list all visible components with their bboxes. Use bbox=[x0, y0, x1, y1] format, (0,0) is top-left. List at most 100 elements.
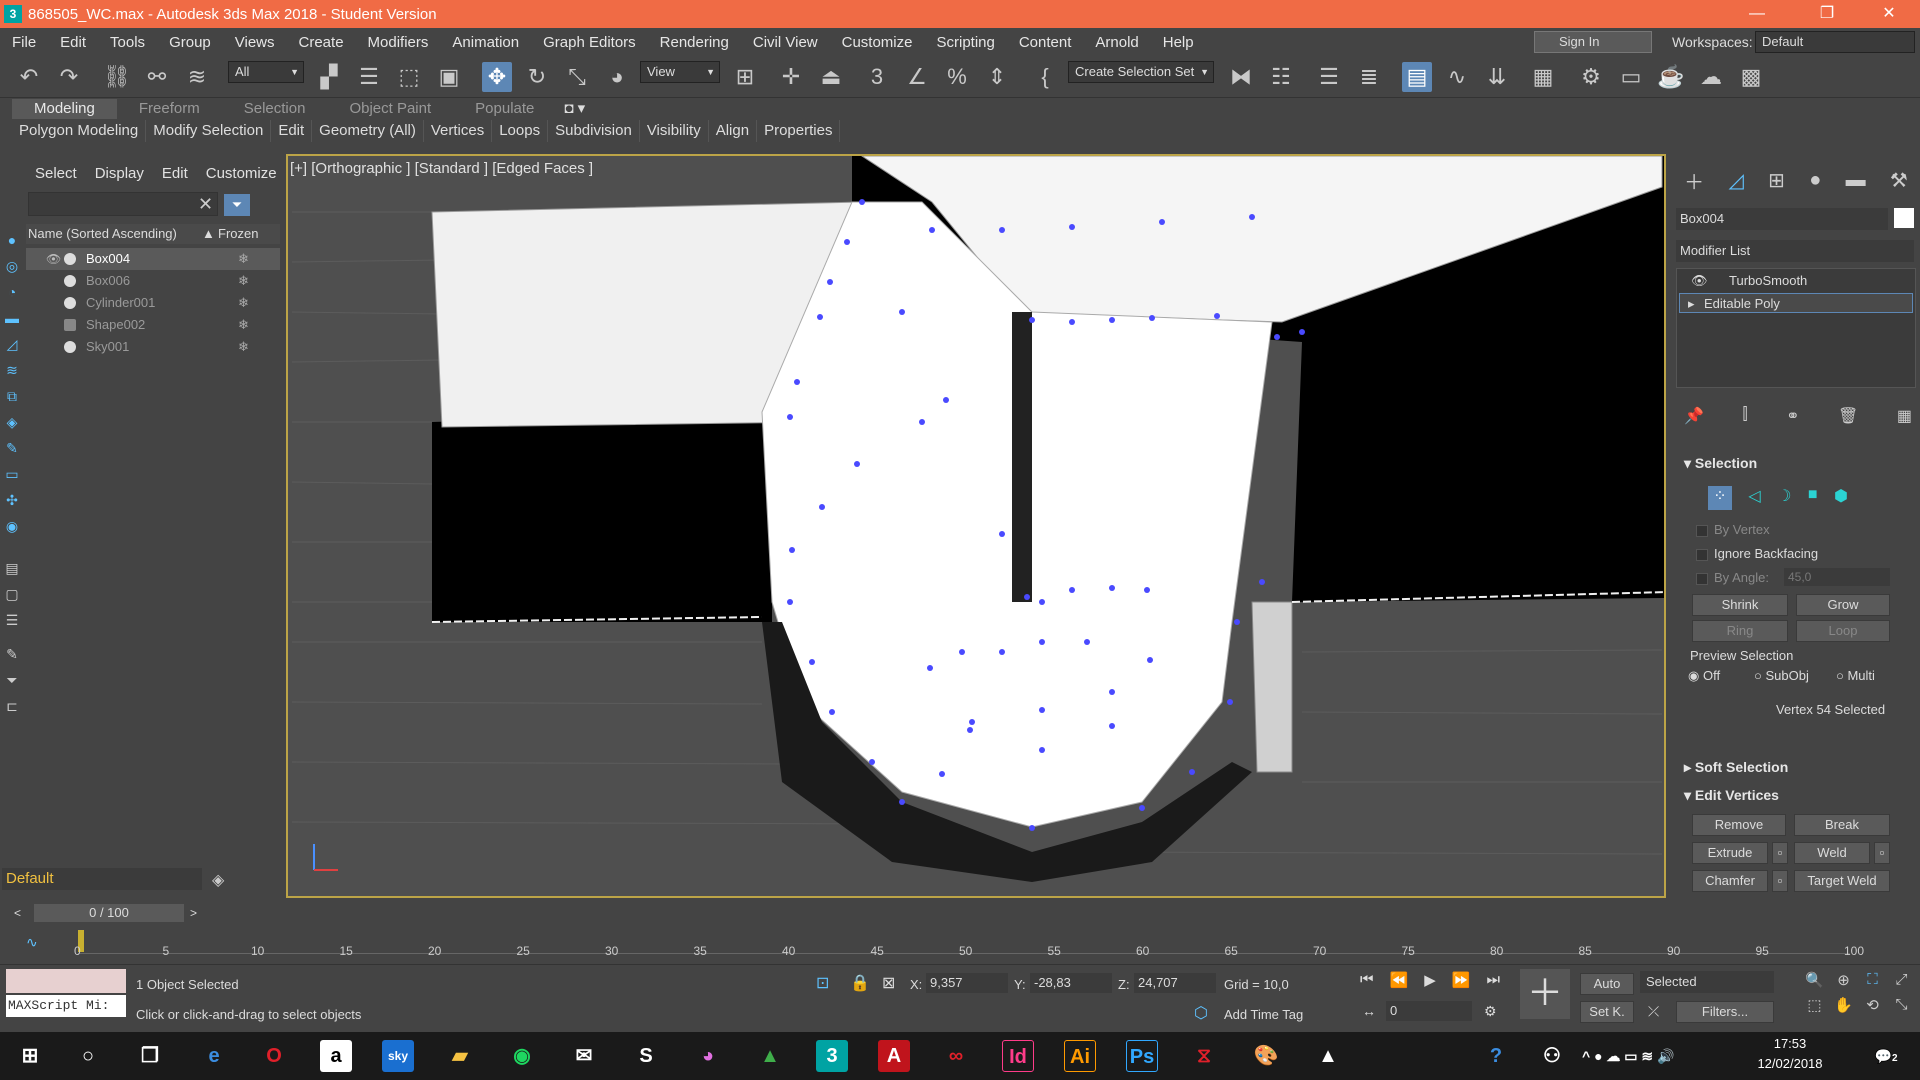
select-rotate-icon[interactable]: ↻ bbox=[522, 62, 552, 92]
time-tag-icon[interactable]: ⬡ bbox=[1194, 1003, 1208, 1023]
weld-button[interactable]: Weld bbox=[1794, 842, 1870, 864]
motion-tab-icon[interactable]: ● bbox=[1809, 169, 1821, 192]
edge-browser-icon[interactable]: e bbox=[198, 1040, 230, 1072]
rollout-edit-vertices[interactable]: ▾ Edit Vertices bbox=[1684, 784, 1916, 806]
display-particles-icon[interactable]: ✣ bbox=[3, 491, 21, 509]
menu-edit[interactable]: Edit bbox=[48, 34, 98, 51]
display-bones-icon[interactable]: ▭ bbox=[3, 465, 21, 483]
filter-funnel-icon[interactable]: ⏷ bbox=[3, 671, 21, 689]
minimize-button[interactable]: — bbox=[1734, 0, 1780, 28]
material-editor-icon[interactable]: ▦ bbox=[1528, 62, 1558, 92]
menu-modifiers[interactable]: Modifiers bbox=[356, 34, 441, 51]
illustrator-icon[interactable]: Ai bbox=[1064, 1040, 1096, 1072]
modify-tab-icon[interactable]: ◿ bbox=[1728, 168, 1743, 193]
loop-button[interactable]: Loop bbox=[1796, 620, 1890, 642]
menu-arnold[interactable]: Arnold bbox=[1083, 34, 1150, 51]
scene-row-box004[interactable]: 👁 Box004 ❄ bbox=[26, 248, 280, 270]
tab-selection[interactable]: Selection bbox=[222, 99, 328, 119]
acrobat-icon[interactable]: ⧖ bbox=[1188, 1040, 1220, 1072]
action-center-icon[interactable]: 💬2 bbox=[1870, 1040, 1902, 1072]
zoom-all-icon[interactable]: ⊕ bbox=[1829, 971, 1858, 996]
menu-views[interactable]: Views bbox=[223, 34, 287, 51]
ribbon-align[interactable]: Align bbox=[709, 120, 758, 142]
y-coordinate-field[interactable]: -28,83 bbox=[1030, 973, 1112, 993]
toggle-scene-explorer-icon[interactable]: ☰ bbox=[1314, 62, 1344, 92]
create-tab-icon[interactable]: ＋ bbox=[1684, 166, 1704, 195]
preview-off-radio[interactable]: ◉ Off bbox=[1688, 668, 1720, 684]
display-xrefs-icon[interactable]: ✎ bbox=[3, 439, 21, 457]
autocad-icon[interactable]: A bbox=[878, 1040, 910, 1072]
menu-civil-view[interactable]: Civil View bbox=[741, 34, 830, 51]
window-crossing-icon[interactable]: ▣ bbox=[434, 62, 464, 92]
ribbon-vertices[interactable]: Vertices bbox=[424, 120, 493, 142]
extrude-button[interactable]: Extrude bbox=[1692, 842, 1768, 864]
time-slider[interactable]: 0 / 100 bbox=[34, 904, 184, 922]
rollout-selection[interactable]: ▾ Selection bbox=[1684, 452, 1916, 474]
system-tray-icons[interactable]: ^ ● ☁ ▭ ≋ 🔊 bbox=[1582, 1040, 1752, 1072]
render-production-icon[interactable]: ☕ bbox=[1656, 62, 1686, 92]
play-icon[interactable]: ▶ bbox=[1424, 971, 1436, 993]
freeze-icon[interactable]: ❄ bbox=[238, 248, 249, 270]
pan-icon[interactable]: ✋ bbox=[1829, 996, 1858, 1021]
amazon-icon[interactable]: a bbox=[320, 1040, 352, 1072]
border-level-icon[interactable]: ☽ bbox=[1777, 486, 1791, 510]
select-scale-icon[interactable]: ⤡ bbox=[562, 62, 592, 92]
viewport-orthographic[interactable] bbox=[286, 154, 1666, 898]
modifier-eye-icon[interactable]: 👁 bbox=[1691, 271, 1708, 291]
polygon-level-icon[interactable]: ■ bbox=[1808, 486, 1818, 510]
menu-customize[interactable]: Customize bbox=[830, 34, 925, 51]
display-shapes-icon[interactable]: ◔ bbox=[3, 283, 21, 301]
modifier-editable-poly[interactable]: ▸ Editable Poly bbox=[1679, 293, 1913, 313]
add-time-tag-button[interactable]: Add Time Tag bbox=[1224, 1007, 1303, 1022]
show-end-result-icon[interactable]: ⫿ bbox=[1742, 406, 1747, 428]
scene-row-sky001[interactable]: Sky001 ❄ bbox=[26, 336, 280, 358]
display-spacewarps-icon[interactable]: ⧉ bbox=[3, 387, 21, 405]
display-all-icon[interactable]: ● bbox=[3, 231, 21, 249]
goto-start-icon[interactable]: ⏮ bbox=[1360, 971, 1374, 993]
maxscript-listener-top[interactable] bbox=[6, 969, 126, 993]
hierarchy-tab-icon[interactable]: ⊞ bbox=[1768, 168, 1785, 193]
menu-file[interactable]: File bbox=[0, 34, 48, 51]
vertex-level-icon[interactable]: ⁘ bbox=[1708, 486, 1732, 510]
menu-group[interactable]: Group bbox=[157, 34, 223, 51]
task-view-icon[interactable]: ❐ bbox=[134, 1040, 166, 1072]
google-drive-icon[interactable]: ▲ bbox=[754, 1040, 786, 1072]
next-frame-arrow-icon[interactable]: > bbox=[190, 904, 206, 922]
maxscript-mini-listener[interactable]: MAXScript Mi: bbox=[6, 995, 126, 1017]
clock-date[interactable]: 12/02/2018 bbox=[1754, 1056, 1826, 1071]
menu-scripting[interactable]: Scripting bbox=[924, 34, 1006, 51]
create-selection-set-dropdown[interactable]: Create Selection Set bbox=[1068, 61, 1214, 83]
scene-row-shape002[interactable]: Shape002 ❄ bbox=[26, 314, 280, 336]
curve-editor-icon[interactable]: ∿ bbox=[1442, 62, 1472, 92]
freeze-icon[interactable]: ❄ bbox=[238, 314, 249, 336]
extrude-settings-icon[interactable]: ▫ bbox=[1772, 842, 1788, 864]
ribbon-modify-selection[interactable]: Modify Selection bbox=[146, 120, 272, 142]
paint-icon[interactable]: 🎨 bbox=[1250, 1040, 1282, 1072]
clock-time[interactable]: 17:53 bbox=[1760, 1036, 1820, 1051]
layer-stack-icon[interactable]: ◈ bbox=[212, 870, 224, 890]
select-move-icon[interactable]: ✥ bbox=[482, 62, 512, 92]
ribbon-geometry-all[interactable]: Geometry (All) bbox=[312, 120, 424, 142]
link-icon[interactable]: ⛓ bbox=[102, 62, 132, 92]
display-hidden-icon[interactable]: ◉ bbox=[3, 517, 21, 535]
prev-frame-arrow-icon[interactable]: < bbox=[14, 904, 30, 922]
photoshop-icon[interactable]: Ps bbox=[1126, 1040, 1158, 1072]
menu-animation[interactable]: Animation bbox=[440, 34, 531, 51]
goto-end-icon[interactable]: ⏭ bbox=[1486, 971, 1500, 993]
zoom-extents-all-icon[interactable]: ⤢ bbox=[1887, 971, 1916, 996]
zoom-icon[interactable]: 🔍 bbox=[1800, 971, 1829, 996]
scene-menu-customize[interactable]: Customize bbox=[197, 165, 286, 182]
chamfer-button[interactable]: Chamfer bbox=[1692, 870, 1768, 892]
prev-key-icon[interactable]: ⏪ bbox=[1390, 971, 1409, 993]
opera-icon[interactable]: O bbox=[258, 1040, 290, 1072]
selection-list-icon[interactable]: ▢ bbox=[3, 585, 21, 603]
menu-help[interactable]: Help bbox=[1151, 34, 1206, 51]
next-key-icon[interactable]: ⏩ bbox=[1452, 971, 1471, 993]
angle-snap-icon[interactable]: ∠ bbox=[902, 62, 932, 92]
x-coordinate-field[interactable]: 9,357 bbox=[926, 973, 1008, 993]
scene-menu-display[interactable]: Display bbox=[86, 165, 153, 182]
viewport-label[interactable]: [+] [Orthographic ] [Standard ] [Edged F… bbox=[290, 160, 593, 177]
spinner-snap-icon[interactable]: ⇕ bbox=[982, 62, 1012, 92]
folder-icon[interactable]: ⊏ bbox=[3, 697, 21, 715]
tab-modeling[interactable]: Modeling bbox=[12, 99, 117, 119]
